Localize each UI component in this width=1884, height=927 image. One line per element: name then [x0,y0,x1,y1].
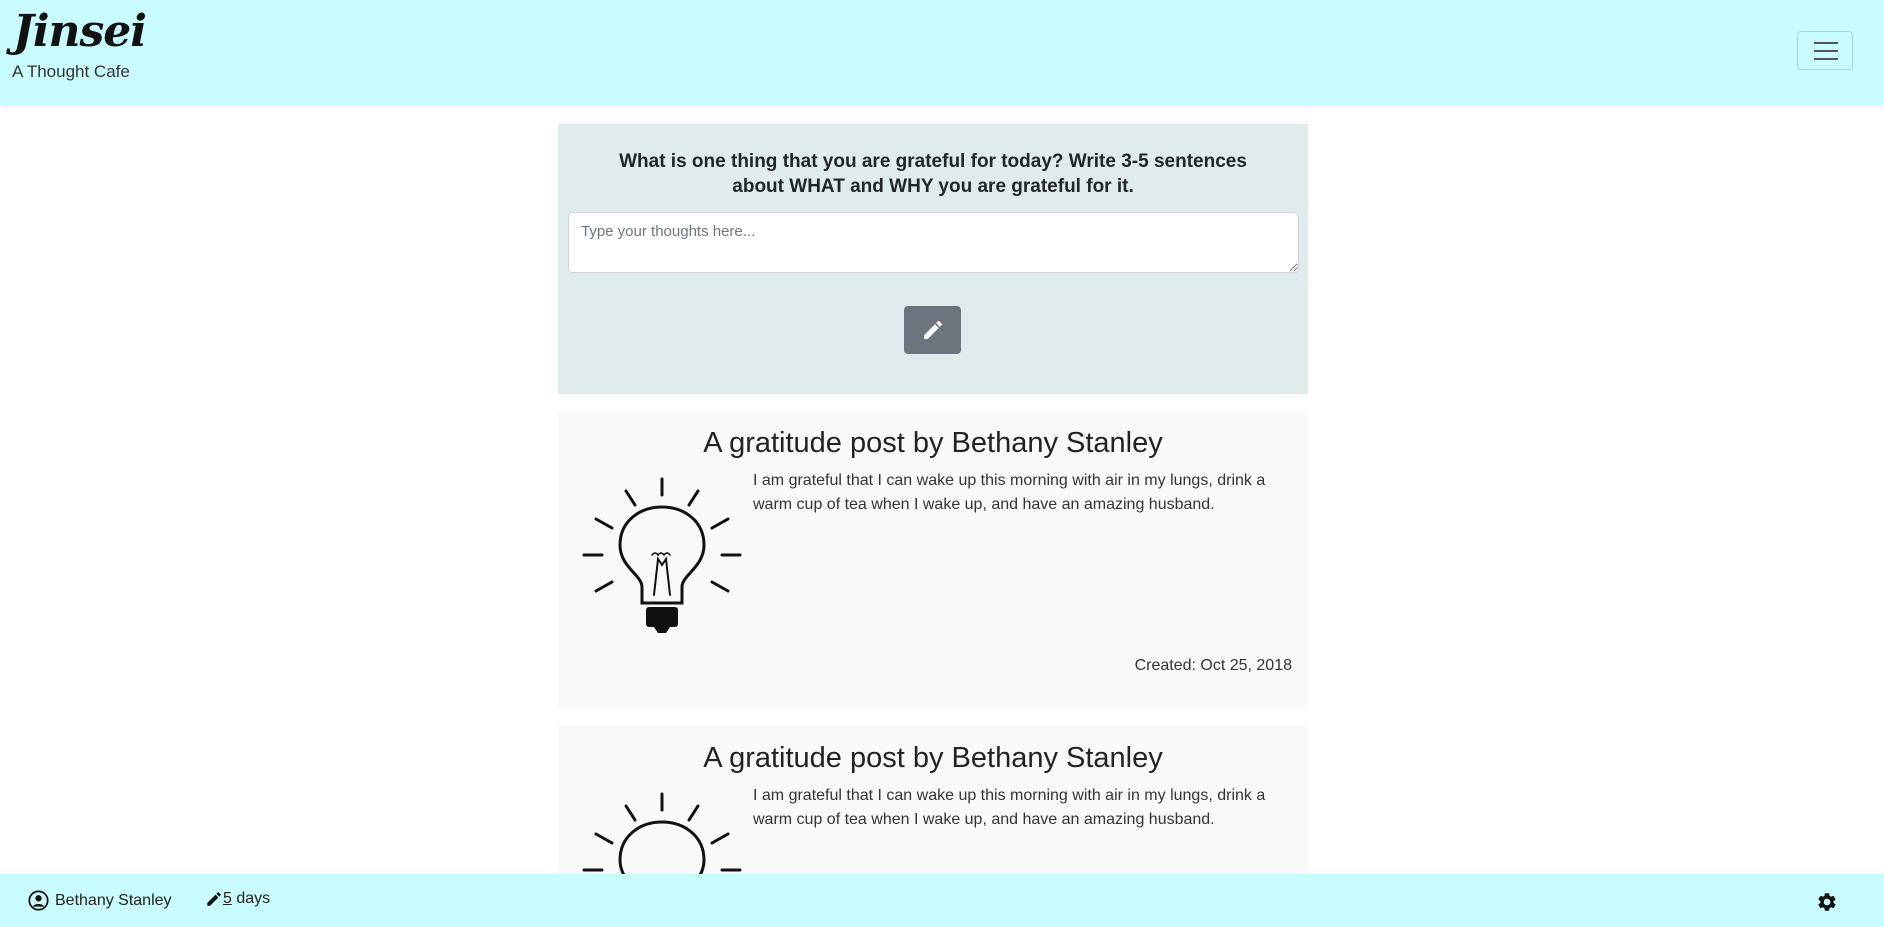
brand-tagline: A Thought Cafe [12,62,130,81]
post-card: A gratitude post by Bethany Stanley I am… [558,411,1308,709]
prompt-card: What is one thing that you are grateful … [558,124,1308,394]
top-navbar: Jinsei A Thought Cafe [0,0,1884,105]
brand-logo[interactable]: Jinsei [13,6,147,57]
post-created-date: Created: Oct 25, 2018 [1134,657,1292,674]
streak-counter: 5 days [205,890,270,908]
user-circle-icon [28,890,49,911]
lightbulb-icon [582,477,742,633]
post-body: I am grateful that I can wake up this mo… [753,472,1266,513]
gear-icon[interactable] [1816,891,1838,913]
hamburger-icon [1814,42,1838,44]
username-label: Bethany Stanley [55,891,172,909]
post-title: A gratitude post by Bethany Stanley [703,742,1163,774]
submit-post-button[interactable] [904,306,961,354]
post-title: A gratitude post by Bethany Stanley [703,427,1163,459]
streak-unit: days [231,890,271,907]
streak-count[interactable]: 5 [223,890,232,908]
prompt-question: What is one thing that you are grateful … [619,151,1247,197]
user-profile-link[interactable]: Bethany Stanley [28,890,172,911]
thoughts-input[interactable] [568,212,1299,273]
pencil-icon [923,320,942,339]
menu-toggle-button[interactable] [1797,31,1853,70]
pencil-icon [207,892,221,906]
bottom-bar: Bethany Stanley 5 days [0,874,1884,927]
post-body: I am grateful that I can wake up this mo… [753,787,1266,828]
